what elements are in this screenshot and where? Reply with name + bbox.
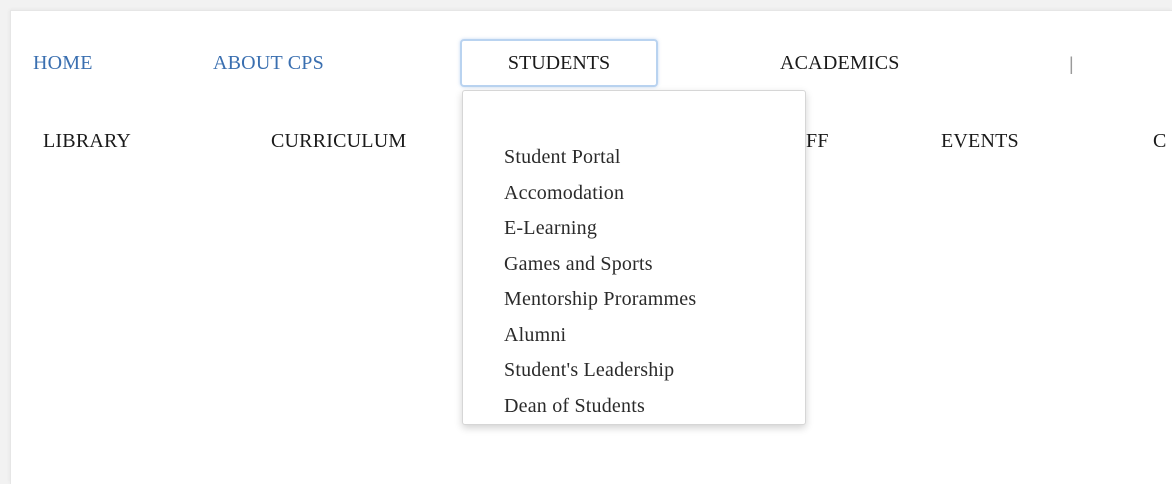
nav-link-about-cps[interactable]: ABOUT CPS [213,51,324,75]
nav-link-academics[interactable]: ACADEMICS [780,51,900,75]
nav-link-curriculum[interactable]: CURRICULUM [271,129,406,153]
page-content: HOME ABOUT CPS STUDENTS ACADEMICS | LIBR… [10,10,1172,484]
dropdown-item-mentorship-programmes[interactable]: Mentorship Prorammes [504,282,805,318]
nav-link-staff[interactable]: FF [806,129,829,153]
students-dropdown-menu: Student Portal Accomodation E-Learning G… [462,90,806,425]
dropdown-item-alumni[interactable]: Alumni [504,318,805,354]
dropdown-item-student-portal[interactable]: Student Portal [504,140,805,176]
dropdown-item-dean-of-students[interactable]: Dean of Students [504,389,805,425]
dropdown-item-students-leadership[interactable]: Student's Leadership [504,353,805,389]
nav-link-home[interactable]: HOME [33,51,93,75]
dropdown-item-games-and-sports[interactable]: Games and Sports [504,247,805,283]
nav-separator: | [1069,54,1074,74]
dropdown-item-accomodation[interactable]: Accomodation [504,176,805,212]
nav-link-events[interactable]: EVENTS [941,129,1019,153]
nav-link-library[interactable]: LIBRARY [43,129,131,153]
nav-link-partial[interactable]: C [1153,129,1167,153]
primary-nav: HOME ABOUT CPS STUDENTS ACADEMICS | [11,39,1172,89]
nav-link-students[interactable]: STUDENTS [460,39,658,87]
dropdown-item-e-learning[interactable]: E-Learning [504,211,805,247]
